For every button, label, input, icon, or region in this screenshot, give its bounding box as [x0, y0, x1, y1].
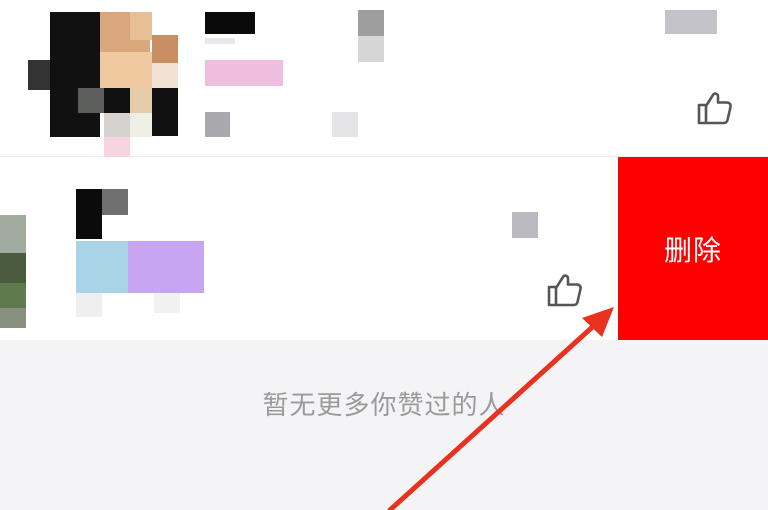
time-pixelated	[512, 212, 538, 238]
user-info-pixelated	[200, 0, 400, 156]
list-item[interactable]	[0, 0, 768, 161]
delete-button[interactable]: 删除	[618, 157, 768, 340]
user-info-pixelated	[70, 157, 270, 340]
thumbs-up-icon[interactable]	[545, 270, 585, 310]
thumbs-up-icon[interactable]	[695, 88, 735, 128]
time-pixelated	[665, 10, 717, 34]
avatar[interactable]	[0, 215, 30, 375]
avatar[interactable]	[0, 0, 190, 161]
no-more-liked-text: 暂无更多你赞过的人	[262, 391, 506, 421]
